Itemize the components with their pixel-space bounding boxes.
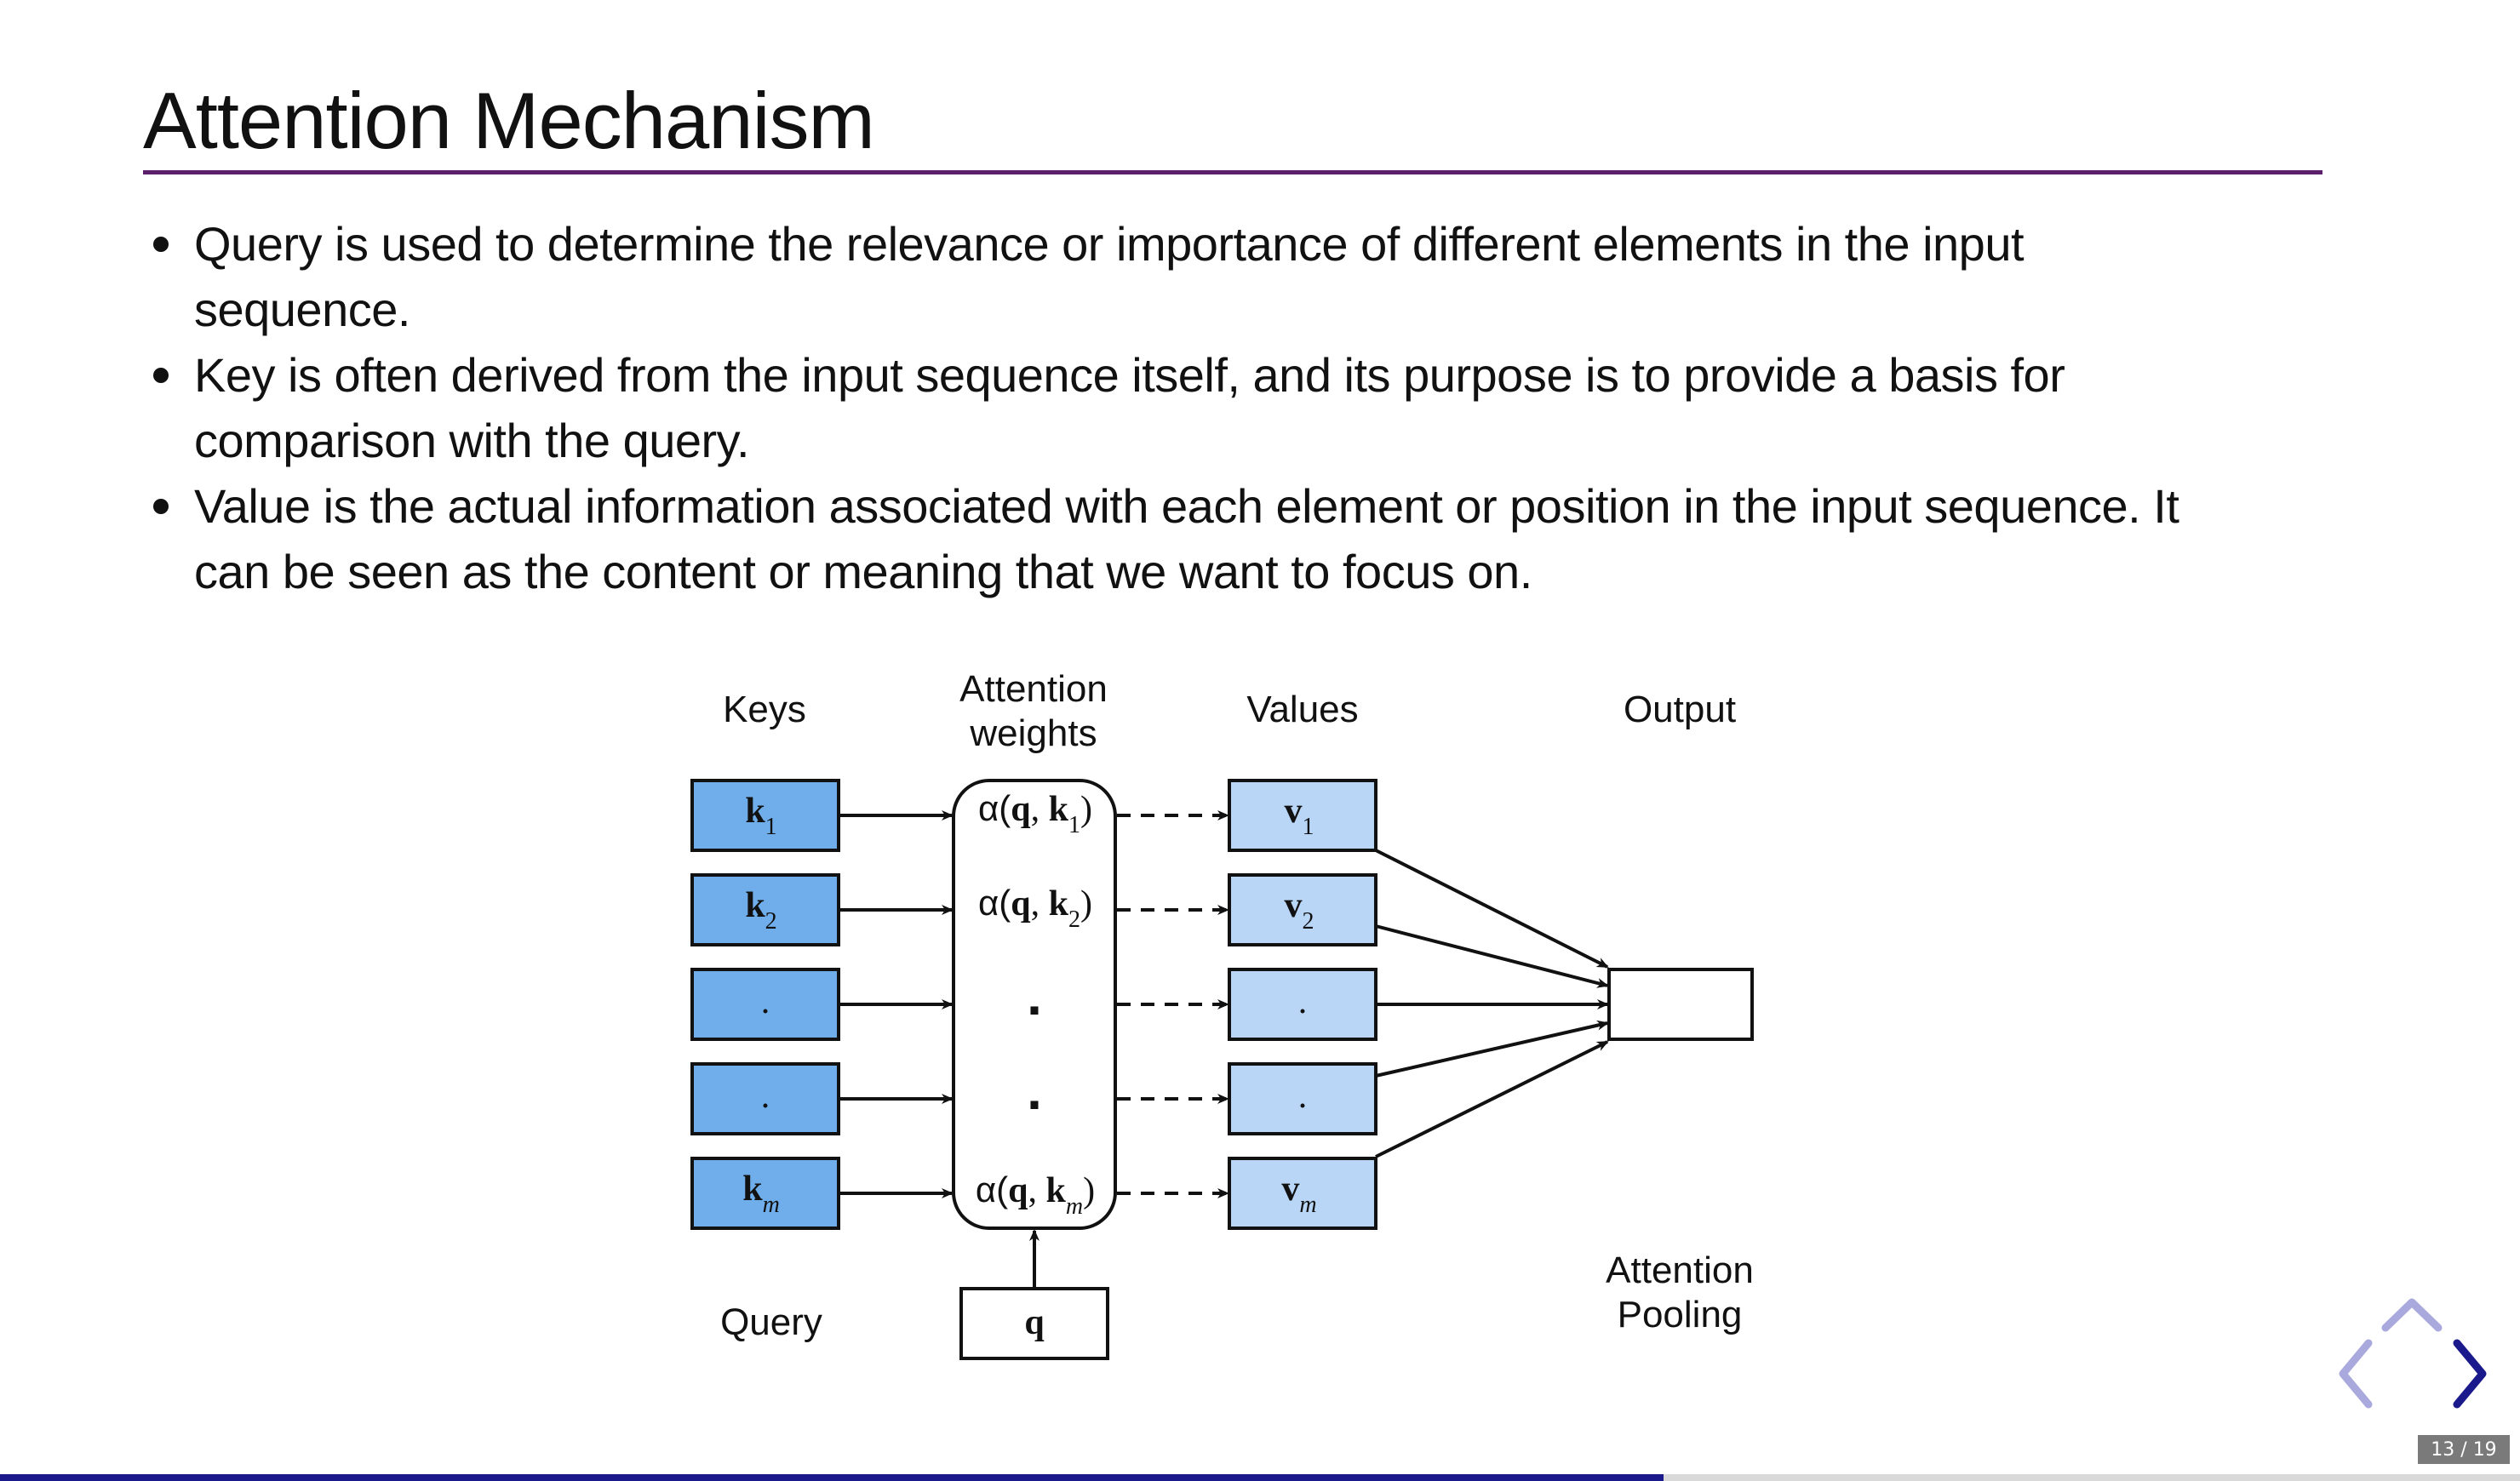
values-label: Values — [1246, 689, 1358, 730]
attention-diagram: Keys Attention weights Values Output k1 … — [690, 668, 1754, 1360]
keys-label: Keys — [723, 689, 806, 730]
value-output-arrow — [1375, 1040, 1609, 1158]
query-symbol: q — [1024, 1303, 1044, 1342]
nav-right-icon[interactable] — [2452, 1338, 2489, 1410]
output-label: Output — [1624, 689, 1736, 730]
value-label-dots-1: . — [1298, 982, 1308, 1021]
value-output-arrow — [1375, 849, 1609, 969]
weights-label-line1: Attention — [959, 668, 1108, 710]
slide-counter: 13 / 19 — [2418, 1435, 2510, 1464]
nav-left-icon[interactable] — [2336, 1338, 2374, 1410]
pooling-label-line1: Attention — [1606, 1249, 1754, 1291]
value-output-arrow — [1375, 1020, 1609, 1078]
weight-dot-2: . — [1027, 1060, 1042, 1121]
progress-bar-fill — [0, 1474, 1664, 1481]
query-label: Query — [720, 1301, 822, 1343]
value-output-arrow — [1375, 924, 1609, 988]
pooling-label-line2: Pooling — [1618, 1294, 1743, 1335]
weight-dot-1: . — [1027, 965, 1042, 1026]
key-label-dots-2: . — [761, 1077, 770, 1116]
progress-bar — [0, 1474, 2520, 1481]
key-label-dots-1: . — [761, 982, 770, 1021]
nav-up-icon[interactable] — [2380, 1295, 2443, 1333]
weights-label-line2: weights — [969, 712, 1097, 754]
output-box — [1607, 968, 1754, 1041]
value-label-dots-2: . — [1298, 1077, 1308, 1116]
